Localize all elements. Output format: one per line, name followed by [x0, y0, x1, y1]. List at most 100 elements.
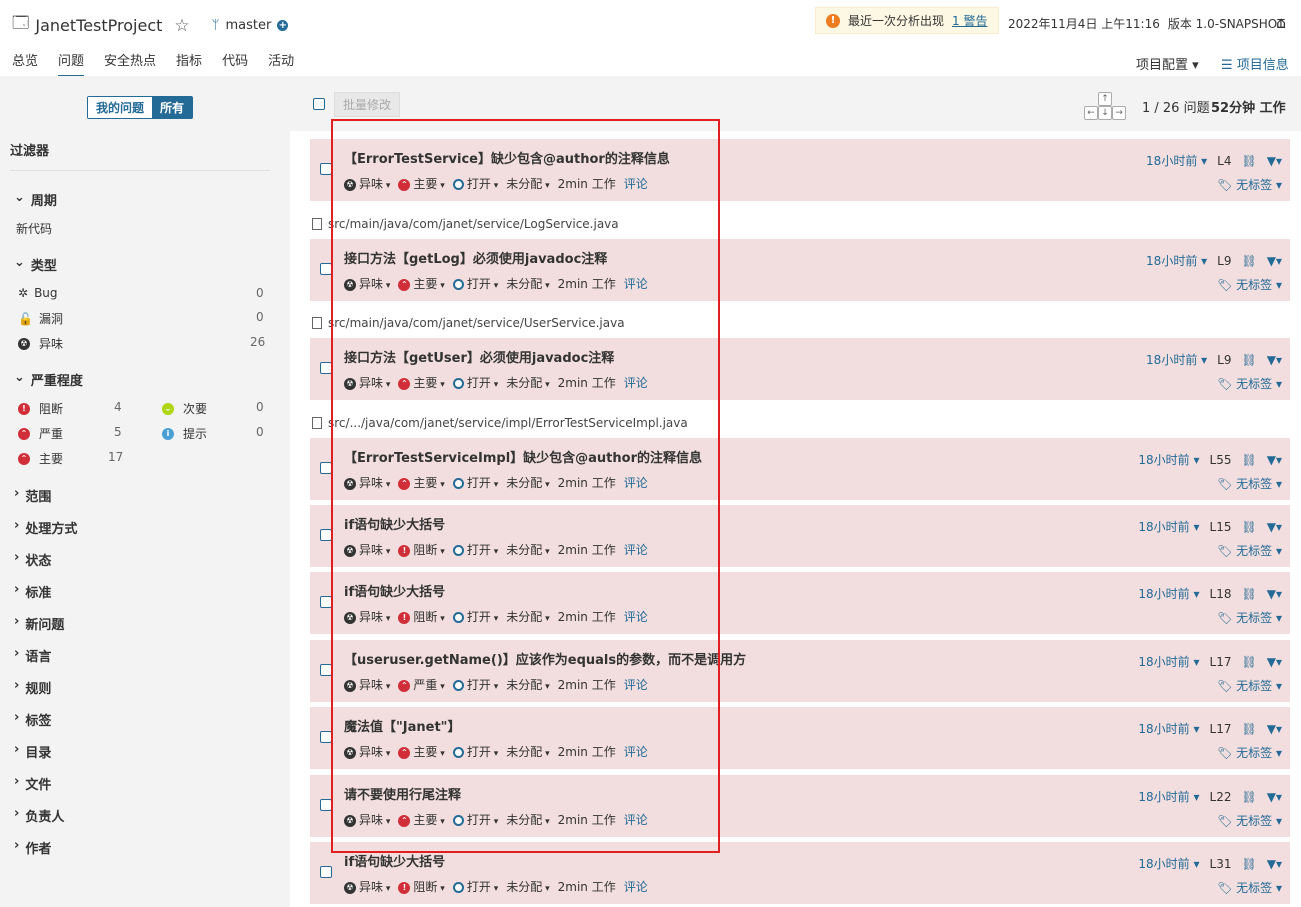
- link-icon[interactable]: ⛓: [1242, 587, 1257, 601]
- severity-minor[interactable]: ⌄ 次要: [162, 400, 207, 417]
- filter-icon[interactable]: ▼▾: [1267, 353, 1282, 367]
- facet-rule[interactable]: › 规则: [14, 678, 51, 697]
- select-all-checkbox[interactable]: [313, 98, 325, 110]
- issue-comment-link[interactable]: 评论: [624, 878, 648, 895]
- plus-icon[interactable]: +: [277, 20, 289, 31]
- issue-tags-dropdown[interactable]: 🏷 无标签 ▾: [1217, 276, 1282, 293]
- project-config-menu[interactable]: 项目配置 ▾: [1136, 54, 1199, 73]
- filter-icon[interactable]: ▼▾: [1267, 790, 1282, 804]
- issue-time-dropdown[interactable]: 18小时前 ▾: [1146, 351, 1207, 368]
- filter-icon[interactable]: ▼▾: [1267, 655, 1282, 669]
- link-icon[interactable]: ⛓: [1242, 453, 1257, 467]
- issue-line[interactable]: L17: [1210, 655, 1232, 669]
- issue-type-dropdown[interactable]: ☢ 异味: [344, 878, 390, 895]
- link-icon[interactable]: ⛓: [1242, 722, 1257, 736]
- issue-title[interactable]: if语句缺少大括号: [344, 851, 445, 870]
- link-icon[interactable]: ⛓: [1242, 790, 1257, 804]
- severity-blocker[interactable]: ! 阻断: [18, 400, 63, 417]
- issue-line[interactable]: L15: [1210, 520, 1232, 534]
- tab-measures[interactable]: 指标: [176, 50, 202, 77]
- issue-line[interactable]: L31: [1210, 857, 1232, 871]
- issue-assignee-dropdown[interactable]: 未分配: [506, 878, 549, 895]
- all-issues-button[interactable]: 所有: [152, 97, 193, 118]
- issue-tags-dropdown[interactable]: 🏷 无标签 ▾: [1217, 542, 1282, 559]
- issue-time-dropdown[interactable]: 18小时前 ▾: [1146, 152, 1207, 169]
- facet-new-issues[interactable]: › 新问题: [14, 614, 64, 633]
- issue-line[interactable]: L22: [1210, 790, 1232, 804]
- facet-language[interactable]: › 语言: [14, 646, 51, 665]
- severity-info[interactable]: i 提示: [162, 425, 207, 442]
- tab-code[interactable]: 代码: [222, 50, 248, 77]
- issue-line[interactable]: L9: [1217, 254, 1231, 268]
- tab-overview[interactable]: 总览: [12, 50, 38, 77]
- issue-tags-dropdown[interactable]: 🏷 无标签 ▾: [1217, 375, 1282, 392]
- facet-assignee[interactable]: › 负责人: [14, 806, 64, 825]
- facet-standard[interactable]: › 标准: [14, 582, 51, 601]
- issue-severity-dropdown[interactable]: ! 阻断: [398, 878, 444, 895]
- issue-time-dropdown[interactable]: 18小时前 ▾: [1138, 518, 1199, 535]
- facet-type[interactable]: ⌄ 类型: [14, 255, 57, 274]
- issue-time-dropdown[interactable]: 18小时前 ▾: [1138, 720, 1199, 737]
- filter-icon[interactable]: ▼▾: [1267, 154, 1282, 168]
- issue-tags-dropdown[interactable]: 🏷 无标签 ▾: [1217, 176, 1282, 193]
- link-icon[interactable]: ⛓: [1242, 154, 1257, 168]
- issue-tags-dropdown[interactable]: 🏷 无标签 ▾: [1217, 609, 1282, 626]
- my-issues-button[interactable]: 我的问题: [88, 97, 153, 118]
- new-code-option[interactable]: 新代码: [16, 220, 52, 237]
- issue-line[interactable]: L17: [1210, 722, 1232, 736]
- batch-edit-button[interactable]: 批量修改: [334, 92, 401, 117]
- issue-time-dropdown[interactable]: 18小时前 ▾: [1138, 585, 1199, 602]
- issue-tags-dropdown[interactable]: 🏷 无标签 ▾: [1217, 744, 1282, 761]
- project-name[interactable]: JanetTestProject: [35, 16, 162, 35]
- facet-resolution[interactable]: › 处理方式: [14, 518, 77, 537]
- branch-selector[interactable]: ᛘ master +: [212, 18, 289, 33]
- issue-tags-dropdown[interactable]: 🏷 无标签 ▾: [1217, 475, 1282, 492]
- facet-directory[interactable]: › 目录: [14, 742, 51, 761]
- warning-link[interactable]: 1 警告: [952, 12, 987, 29]
- link-icon[interactable]: ⛓: [1242, 655, 1257, 669]
- issue-line[interactable]: L9: [1217, 353, 1231, 367]
- facet-scope[interactable]: › 范围: [14, 486, 51, 505]
- issue-time-dropdown[interactable]: 18小时前 ▾: [1138, 788, 1199, 805]
- type-vulnerability[interactable]: 🔓 漏洞: [18, 310, 63, 327]
- issue-line[interactable]: L55: [1210, 453, 1232, 467]
- severity-major[interactable]: ⌃ 主要: [18, 450, 63, 467]
- issue-time-dropdown[interactable]: 18小时前 ▾: [1138, 855, 1199, 872]
- tab-issues[interactable]: 问题: [58, 50, 85, 77]
- filter-icon[interactable]: ▼▾: [1267, 857, 1282, 871]
- link-icon[interactable]: ⛓: [1242, 857, 1257, 871]
- filter-icon[interactable]: ▼▾: [1267, 254, 1282, 268]
- issue-time-dropdown[interactable]: 18小时前 ▾: [1146, 252, 1207, 269]
- severity-critical[interactable]: ⌃ 严重: [18, 425, 63, 442]
- link-icon[interactable]: ⛓: [1242, 353, 1257, 367]
- issue-tags-dropdown[interactable]: 🏷 无标签 ▾: [1217, 677, 1282, 694]
- issue-line[interactable]: L18: [1210, 587, 1232, 601]
- type-bug[interactable]: ✲ Bug: [18, 286, 58, 300]
- home-icon[interactable]: ⌂: [1276, 13, 1286, 32]
- link-icon[interactable]: ⛓: [1242, 520, 1257, 534]
- facet-severity[interactable]: ⌄ 严重程度: [14, 370, 83, 389]
- link-icon[interactable]: ⛓: [1242, 254, 1257, 268]
- star-icon[interactable]: ☆: [174, 16, 189, 36]
- facet-tag[interactable]: › 标签: [14, 710, 51, 729]
- issue-checkbox[interactable]: [320, 866, 332, 878]
- issue-tags-dropdown[interactable]: 🏷 无标签 ▾: [1217, 879, 1282, 896]
- filter-icon[interactable]: ▼▾: [1267, 587, 1282, 601]
- facet-status[interactable]: › 状态: [14, 550, 51, 569]
- issue-time-dropdown[interactable]: 18小时前 ▾: [1138, 451, 1199, 468]
- filter-icon[interactable]: ▼▾: [1267, 453, 1282, 467]
- tab-hotspots[interactable]: 安全热点: [104, 50, 156, 77]
- type-code-smell[interactable]: ☢ 异味: [18, 335, 63, 352]
- issue-time-dropdown[interactable]: 18小时前 ▾: [1138, 653, 1199, 670]
- filter-icon[interactable]: ▼▾: [1267, 722, 1282, 736]
- facet-period[interactable]: ⌄ 周期: [14, 190, 57, 209]
- project-info-link[interactable]: ☰ 项目信息: [1221, 54, 1289, 73]
- issue-tags-dropdown[interactable]: 🏷 无标签 ▾: [1217, 812, 1282, 829]
- facet-file[interactable]: › 文件: [14, 774, 51, 793]
- issue-status-dropdown[interactable]: 打开: [452, 878, 498, 895]
- issue-line[interactable]: L4: [1217, 154, 1231, 168]
- major-icon: ⌃: [18, 452, 30, 465]
- tab-activity[interactable]: 活动: [268, 50, 294, 77]
- facet-author[interactable]: › 作者: [14, 838, 51, 857]
- filter-icon[interactable]: ▼▾: [1267, 520, 1282, 534]
